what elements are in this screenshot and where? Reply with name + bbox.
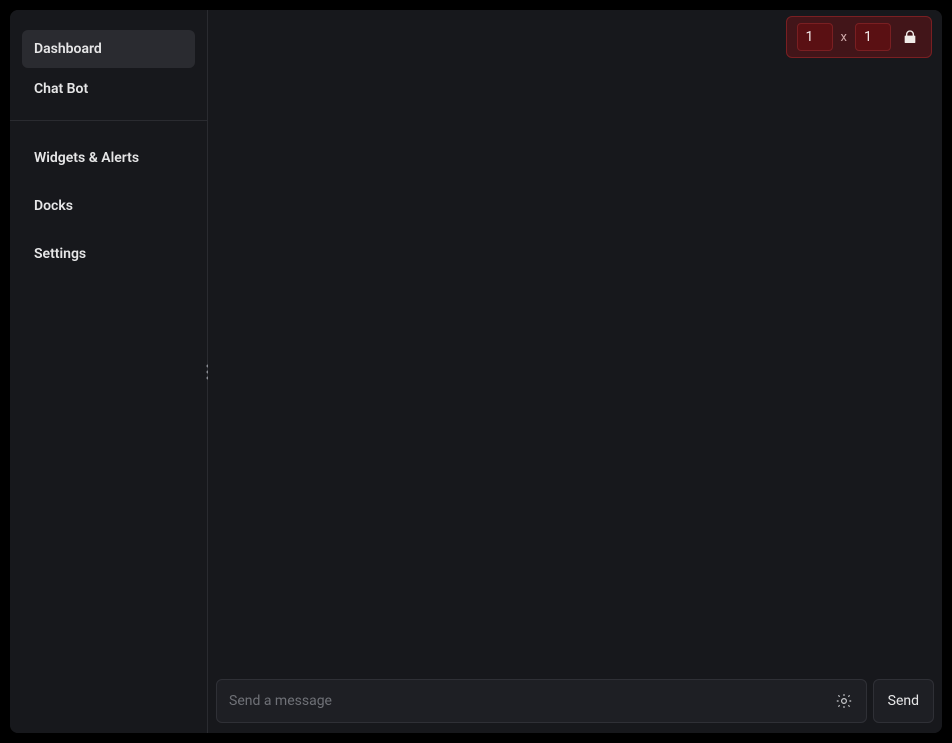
gear-icon bbox=[835, 692, 853, 710]
lock-icon bbox=[902, 29, 918, 45]
sidebar-secondary-section: Widgets & Alerts Docks Settings bbox=[10, 139, 207, 283]
message-composer: Send bbox=[216, 679, 934, 723]
sidebar-divider bbox=[10, 120, 207, 121]
sidebar-item-label: Widgets & Alerts bbox=[34, 150, 139, 166]
sidebar-item-chatbot[interactable]: Chat Bot bbox=[22, 70, 195, 108]
main-panel: x Send bbox=[208, 10, 942, 733]
sidebar-item-docks[interactable]: Docks bbox=[22, 187, 195, 225]
sidebar-item-label: Settings bbox=[34, 246, 86, 262]
grid-size-control: x bbox=[786, 16, 932, 58]
sidebar: Dashboard Chat Bot Widgets & Alerts Dock… bbox=[10, 10, 208, 733]
grid-rows-input[interactable] bbox=[855, 23, 891, 51]
app-window: Dashboard Chat Bot Widgets & Alerts Dock… bbox=[10, 10, 942, 733]
sidebar-item-settings[interactable]: Settings bbox=[22, 235, 195, 273]
grid-separator: x bbox=[841, 30, 847, 45]
send-button[interactable]: Send bbox=[873, 679, 934, 723]
sidebar-item-widgets-alerts[interactable]: Widgets & Alerts bbox=[22, 139, 195, 177]
sidebar-item-dashboard[interactable]: Dashboard bbox=[22, 30, 195, 68]
sidebar-primary-section: Dashboard Chat Bot bbox=[10, 30, 207, 110]
sidebar-item-label: Dashboard bbox=[34, 41, 102, 57]
lock-button[interactable] bbox=[899, 26, 921, 48]
grid-cols-input[interactable] bbox=[797, 23, 833, 51]
message-input[interactable] bbox=[229, 693, 830, 709]
sidebar-item-label: Chat Bot bbox=[34, 81, 88, 97]
message-input-wrap bbox=[216, 679, 867, 723]
sidebar-item-label: Docks bbox=[34, 198, 73, 214]
composer-settings-button[interactable] bbox=[830, 687, 858, 715]
